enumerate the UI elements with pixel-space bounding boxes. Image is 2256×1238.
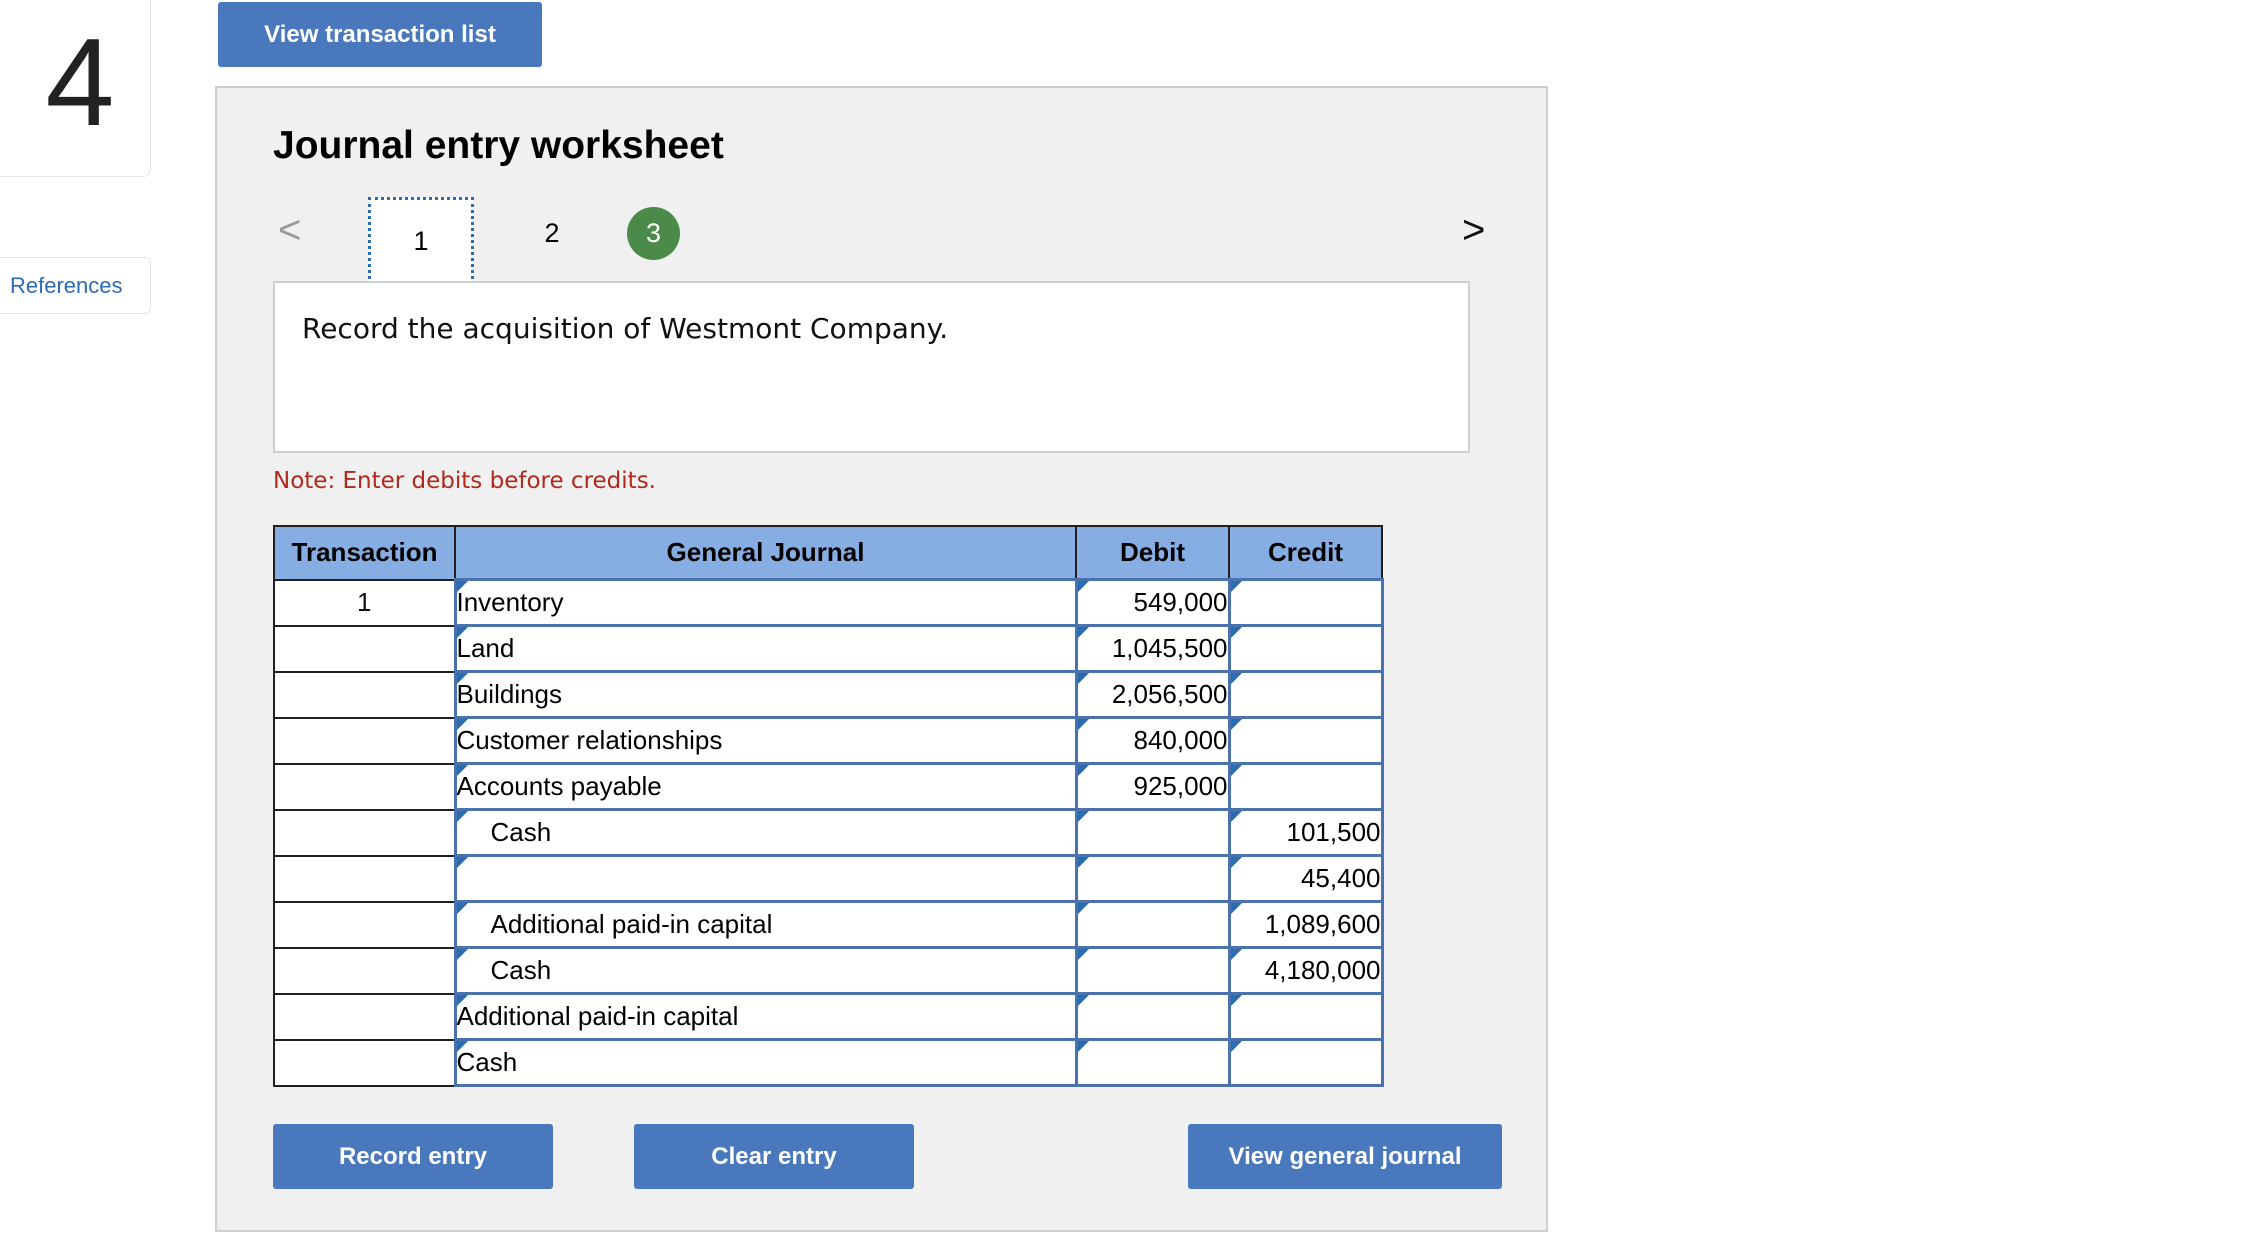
credit-input[interactable]: 1,089,600 <box>1227 900 1384 949</box>
credit-input[interactable] <box>1227 992 1384 1041</box>
table-row: Cash 101,500 <box>273 808 1384 857</box>
debit-input[interactable]: 1,045,500 <box>1074 624 1231 673</box>
table-row: Accounts payable 925,000 <box>273 762 1384 811</box>
account-select[interactable]: Additional paid-in capital <box>453 900 1078 949</box>
debit-input[interactable]: 840,000 <box>1074 716 1231 765</box>
debit-input[interactable]: 2,056,500 <box>1074 670 1231 719</box>
transaction-cell <box>273 624 456 673</box>
page-tab-2[interactable]: 2 <box>527 210 577 256</box>
previous-page-icon[interactable]: < <box>278 210 301 250</box>
credit-input[interactable] <box>1227 716 1384 765</box>
transaction-cell <box>273 716 456 765</box>
account-select[interactable]: Cash <box>453 1038 1078 1087</box>
table-row: Additional paid-in capital <box>273 992 1384 1041</box>
debit-input[interactable] <box>1074 946 1231 995</box>
transaction-cell: 1 <box>273 578 456 627</box>
transaction-cell <box>273 900 456 949</box>
credit-input[interactable]: 45,400 <box>1227 854 1384 903</box>
account-select[interactable]: Inventory <box>453 578 1078 627</box>
transaction-cell <box>273 992 456 1041</box>
table-row: Cash <box>273 1038 1384 1087</box>
debit-input[interactable] <box>1074 854 1231 903</box>
debit-input[interactable]: 549,000 <box>1074 578 1231 627</box>
debit-input[interactable] <box>1074 1038 1231 1087</box>
view-general-journal-button[interactable]: View general journal <box>1188 1124 1502 1189</box>
account-select[interactable]: Accounts payable <box>453 762 1078 811</box>
table-row: 45,400 <box>273 854 1384 903</box>
references-tab[interactable]: References <box>0 257 151 314</box>
transaction-cell <box>273 946 456 995</box>
table-row: Buildings 2,056,500 <box>273 670 1384 719</box>
header-general-journal: General Journal <box>454 525 1077 581</box>
debit-input[interactable] <box>1074 992 1231 1041</box>
transaction-cell <box>273 808 456 857</box>
question-number: 4 <box>0 0 151 177</box>
table-row: Cash 4,180,000 <box>273 946 1384 995</box>
credit-input[interactable] <box>1227 762 1384 811</box>
instruction-text: Record the acquisition of Westmont Compa… <box>302 312 949 345</box>
table-row: Additional paid-in capital 1,089,600 <box>273 900 1384 949</box>
credit-input[interactable] <box>1227 1038 1384 1087</box>
page-tab-1[interactable]: 1 <box>368 197 474 286</box>
credit-input[interactable] <box>1227 624 1384 673</box>
next-page-icon[interactable]: > <box>1462 210 1485 250</box>
account-select[interactable] <box>453 854 1078 903</box>
table-row: 1 Inventory 549,000 <box>273 578 1384 627</box>
account-select[interactable]: Customer relationships <box>453 716 1078 765</box>
debit-input[interactable] <box>1074 900 1231 949</box>
record-entry-button[interactable]: Record entry <box>273 1124 553 1189</box>
credit-input[interactable]: 101,500 <box>1227 808 1384 857</box>
transaction-cell <box>273 762 456 811</box>
worksheet-title: Journal entry worksheet <box>273 124 724 167</box>
view-transaction-list-button[interactable]: View transaction list <box>218 2 542 67</box>
credit-input[interactable] <box>1227 578 1384 627</box>
instruction-box: Record the acquisition of Westmont Compa… <box>273 281 1470 453</box>
page-tab-3[interactable]: 3 <box>627 207 680 260</box>
header-transaction: Transaction <box>273 525 456 581</box>
account-select[interactable]: Cash <box>453 808 1078 857</box>
transaction-cell <box>273 670 456 719</box>
debit-input[interactable] <box>1074 808 1231 857</box>
account-select[interactable]: Buildings <box>453 670 1078 719</box>
entry-note: Note: Enter debits before credits. <box>273 468 656 494</box>
account-select[interactable]: Additional paid-in capital <box>453 992 1078 1041</box>
transaction-cell <box>273 1038 456 1087</box>
table-row: Customer relationships 840,000 <box>273 716 1384 765</box>
header-debit: Debit <box>1075 525 1230 581</box>
journal-table: Transaction General Journal Debit Credit… <box>273 525 1384 1087</box>
transaction-cell <box>273 854 456 903</box>
debit-input[interactable]: 925,000 <box>1074 762 1231 811</box>
credit-input[interactable]: 4,180,000 <box>1227 946 1384 995</box>
table-header-row: Transaction General Journal Debit Credit <box>273 525 1383 581</box>
clear-entry-button[interactable]: Clear entry <box>634 1124 914 1189</box>
account-select[interactable]: Land <box>453 624 1078 673</box>
credit-input[interactable] <box>1227 670 1384 719</box>
header-credit: Credit <box>1228 525 1383 581</box>
table-row: Land 1,045,500 <box>273 624 1384 673</box>
account-select[interactable]: Cash <box>453 946 1078 995</box>
